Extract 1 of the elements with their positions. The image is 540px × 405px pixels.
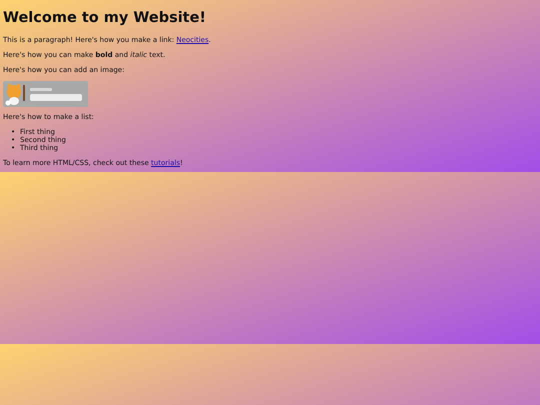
page-heading: Welcome to my Website!: [3, 10, 208, 27]
